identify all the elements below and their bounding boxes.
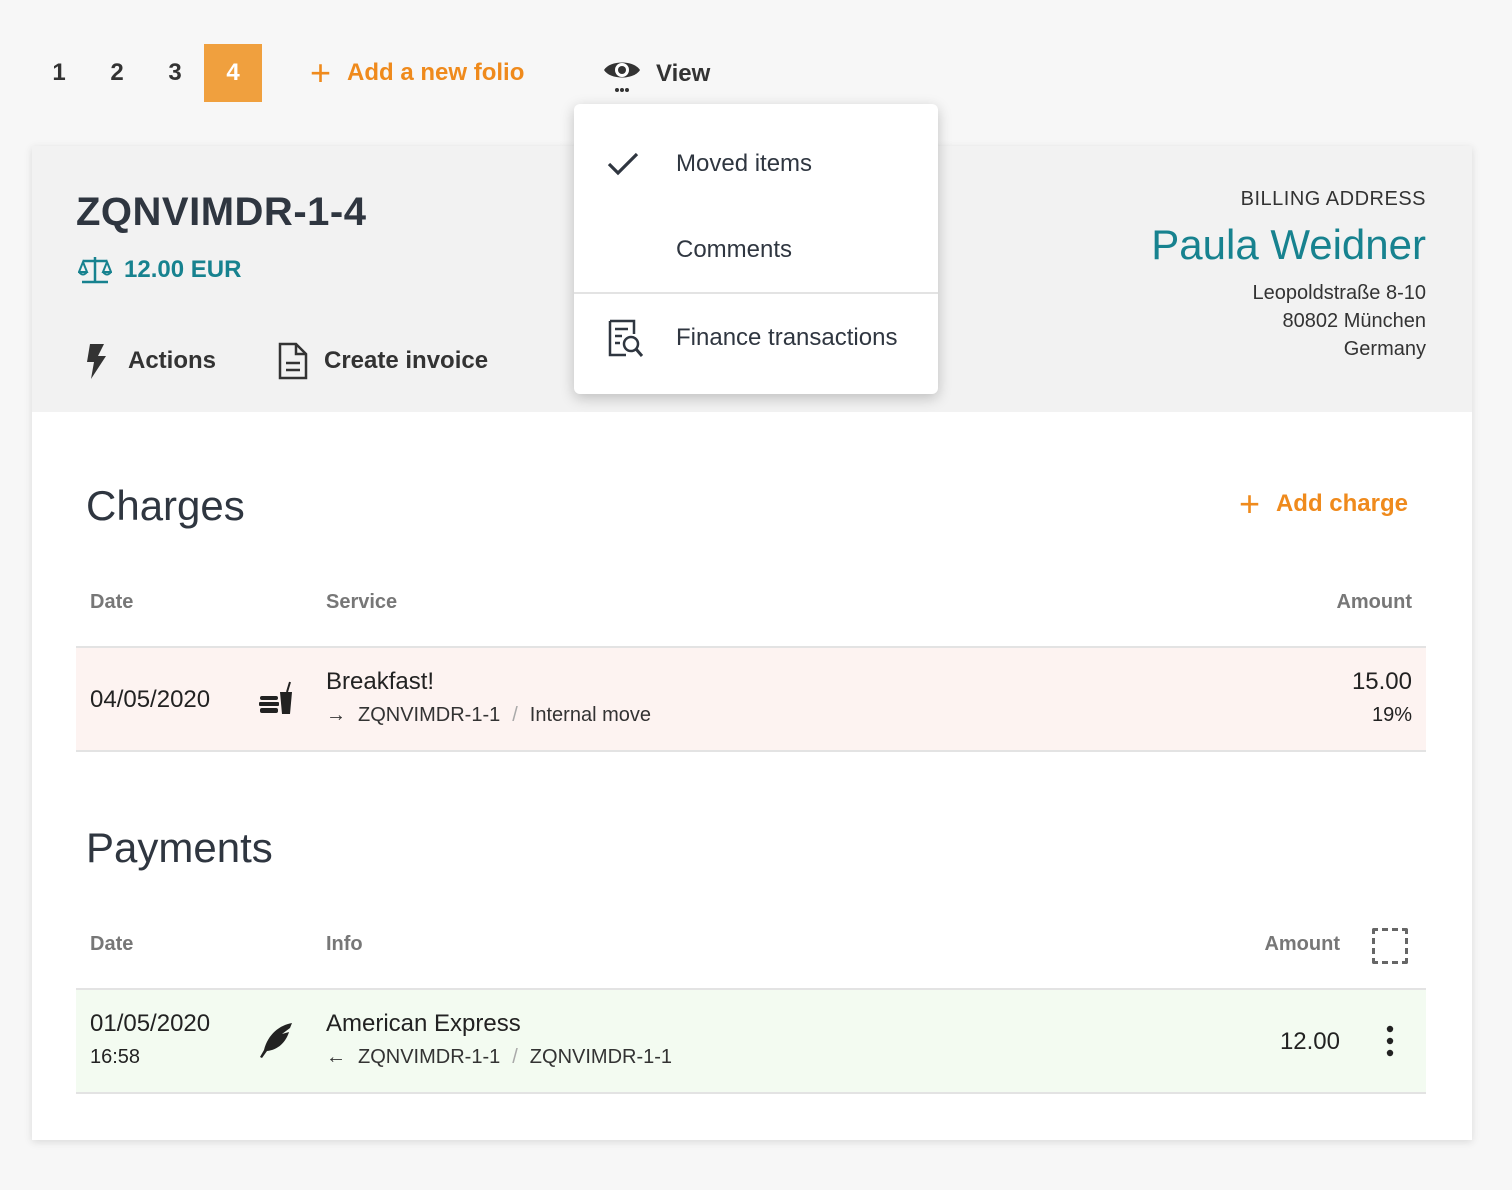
menu-item-moved-items[interactable]: Moved items xyxy=(574,134,938,194)
billing-address-label: BILLING ADDRESS xyxy=(1240,188,1426,210)
payment-source-folio[interactable]: ZQNVIMDR-1-1 xyxy=(358,1046,500,1069)
folio-tabs: 1 2 3 4 xyxy=(30,44,262,102)
charge-row[interactable]: 04/05/2020 Breakfast! → ZQNVIMDR-1-1 / I… xyxy=(76,646,1426,752)
charge-move-info: → ZQNVIMDR-1-1 / Internal move xyxy=(326,704,651,727)
document-search-icon xyxy=(608,319,644,357)
add-charge-label: Add charge xyxy=(1275,490,1408,517)
view-button[interactable]: View xyxy=(602,52,710,96)
menu-item-comments[interactable]: Comments xyxy=(574,220,938,280)
separator: / xyxy=(512,704,518,726)
payment-time: 16:58 xyxy=(90,1046,141,1068)
plus-icon: + xyxy=(310,52,332,93)
billing-street: Leopoldstraße 8-10 xyxy=(1252,282,1426,304)
select-all-checkbox[interactable] xyxy=(1372,928,1408,964)
add-folio-button[interactable]: + Add a new folio xyxy=(310,44,524,102)
menu-item-comments-label: Comments xyxy=(676,236,793,263)
folio-title: ZQNVIMDR-1-4 xyxy=(76,190,367,234)
create-invoice-label: Create invoice xyxy=(324,347,489,374)
menu-item-finance-transactions-label: Finance transactions xyxy=(676,324,898,351)
payments-title: Payments xyxy=(86,824,273,871)
food-drink-icon xyxy=(259,681,292,714)
charge-move-type: Internal move xyxy=(529,704,651,726)
charges-title: Charges xyxy=(86,482,245,529)
billing-name: Paula Weidner xyxy=(1151,221,1426,268)
payment-date: 01/05/2020 xyxy=(90,1010,211,1037)
payment-target-folio[interactable]: ZQNVIMDR-1-1 xyxy=(530,1046,672,1069)
payment-move-info: ← ZQNVIMDR-1-1 / ZQNVIMDR-1-1 xyxy=(326,1046,672,1069)
payments-header-date: Date xyxy=(90,933,134,955)
view-label: View xyxy=(656,60,711,87)
more-vertical-icon[interactable] xyxy=(1378,1024,1402,1060)
folio-tab-4[interactable]: 4 xyxy=(204,44,262,102)
document-icon xyxy=(278,342,308,380)
actions-button[interactable]: Actions xyxy=(82,342,216,380)
menu-item-moved-items-label: Moved items xyxy=(676,150,813,177)
payments-header-amount: Amount xyxy=(1264,933,1340,955)
add-folio-label: Add a new folio xyxy=(347,59,525,86)
charge-target-folio[interactable]: ZQNVIMDR-1-1 xyxy=(358,704,500,727)
billing-country: Germany xyxy=(1343,338,1426,360)
balance-amount: 12.00 EUR xyxy=(124,256,242,283)
lightning-icon xyxy=(87,344,106,379)
create-invoice-button[interactable]: Create invoice xyxy=(276,342,488,380)
charge-vat: 19% xyxy=(1371,704,1412,726)
charges-header-service: Service xyxy=(326,591,398,613)
billing-address: BILLING ADDRESS Paula Weidner Leopoldstr… xyxy=(1151,188,1426,363)
payment-method: American Express xyxy=(326,1010,521,1037)
add-charge-button[interactable]: + Add charge xyxy=(1239,486,1408,522)
quill-icon xyxy=(260,1023,292,1058)
menu-divider xyxy=(574,292,938,294)
payment-row[interactable]: 01/05/2020 16:58 American Express ← ZQNV… xyxy=(76,988,1426,1094)
folio-tab-1[interactable]: 1 xyxy=(30,44,88,102)
arrow-right-icon: → xyxy=(326,704,346,726)
view-menu: Moved items Comments Finance transaction… xyxy=(574,104,938,394)
charge-service: Breakfast! xyxy=(326,668,435,695)
folio-balance: 12.00 EUR xyxy=(78,254,241,286)
separator: / xyxy=(512,1046,518,1068)
folio-tab-3[interactable]: 3 xyxy=(146,44,204,102)
payments-header-info: Info xyxy=(326,933,363,955)
arrow-left-icon: ← xyxy=(326,1046,346,1068)
scale-icon xyxy=(78,257,112,284)
plus-icon: + xyxy=(1238,483,1260,524)
folio-tab-2[interactable]: 2 xyxy=(88,44,146,102)
charge-date: 04/05/2020 xyxy=(90,686,211,713)
charge-amount: 15.00 xyxy=(1351,668,1412,695)
payment-amount: 12.00 xyxy=(1279,1028,1340,1055)
menu-item-finance-transactions[interactable]: Finance transactions xyxy=(574,308,938,368)
charges-header-amount: Amount xyxy=(1336,591,1412,613)
actions-label: Actions xyxy=(128,347,217,374)
charges-header-date: Date xyxy=(90,591,134,613)
billing-city: 80802 München xyxy=(1282,310,1426,332)
checkmark-icon xyxy=(607,152,639,176)
eye-icon xyxy=(604,62,640,92)
